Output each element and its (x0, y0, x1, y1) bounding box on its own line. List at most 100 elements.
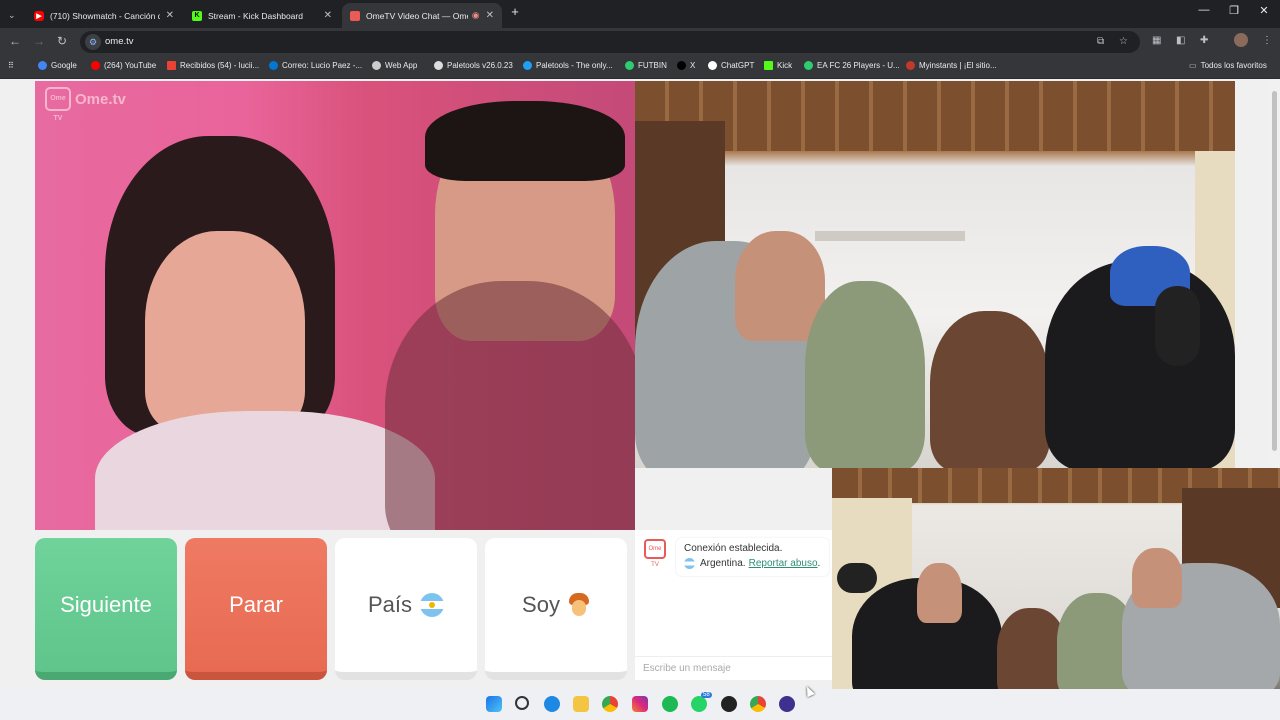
extensions-puzzle-icon[interactable]: ✚ (1200, 35, 1208, 46)
tab-showmatch[interactable]: ▶ (710) Showmatch - Canción del ✕ (26, 3, 182, 28)
chat-panel: Ome TV Conexión establecida. Argentina. … (635, 530, 832, 680)
bookmark-myinstants[interactable]: Myinstants | ¡El sitio... (906, 61, 997, 70)
taskbar (0, 689, 1280, 720)
extension-icon[interactable]: ◧ (1176, 35, 1185, 46)
instagram-icon[interactable] (632, 696, 648, 712)
close-icon[interactable]: ✕ (324, 10, 332, 21)
search-icon[interactable] (515, 696, 529, 710)
windows-start-icon[interactable] (486, 696, 502, 712)
chrome-icon[interactable] (750, 696, 766, 712)
bookmark-label: (264) YouTube (104, 61, 157, 70)
ometv-chat-icon: Ome TV (644, 539, 666, 568)
restore-button[interactable]: ❐ (1219, 4, 1249, 17)
recording-icon: ◉ (471, 10, 480, 20)
gender-button[interactable]: Soy (485, 538, 627, 680)
apps-grid-icon[interactable]: ⠿ (8, 61, 14, 70)
bookmark-web-app[interactable]: Web App (372, 61, 417, 70)
bookmark-star-icon[interactable]: ☆ (1119, 36, 1128, 47)
bookmark-paletools[interactable]: Paletools v26.0.23 (434, 61, 513, 70)
app-icon[interactable] (779, 696, 795, 712)
scrollbar[interactable] (1269, 79, 1280, 468)
bookmark-x[interactable]: X (677, 61, 695, 70)
ometv-logo[interactable]: Ome TV Ome.tv (45, 87, 126, 122)
message-input[interactable]: Escribe un mensaje (635, 656, 832, 680)
file-explorer-icon[interactable] (573, 696, 589, 712)
person-body (385, 281, 635, 530)
minimize-button[interactable]: — (1189, 4, 1219, 16)
tab-list-button[interactable]: ⌄ (0, 3, 26, 28)
bookmark-label: FUTBIN (638, 61, 667, 70)
profile-avatar[interactable] (1234, 33, 1248, 47)
tab-label: Stream - Kick Dashboard (208, 10, 303, 21)
connection-status: Conexión establecida. (684, 543, 783, 554)
bookmark-youtube[interactable]: (264) YouTube (91, 61, 156, 70)
bookmark-chatgpt[interactable]: ChatGPT (708, 61, 754, 70)
myinstants-icon (906, 61, 915, 70)
stop-button[interactable]: Parar (185, 538, 327, 680)
bookmark-paletools-only[interactable]: Paletools - The only... (523, 61, 613, 70)
report-abuse-link[interactable]: Reportar abuso (749, 558, 818, 569)
menu-icon[interactable]: ⋮ (1262, 35, 1272, 46)
globe-icon (434, 61, 443, 70)
close-icon[interactable]: ✕ (486, 10, 494, 21)
spotify-icon[interactable] (662, 696, 678, 712)
close-window-button[interactable]: ✕ (1249, 4, 1279, 17)
person-hair (425, 101, 625, 181)
close-icon[interactable]: ✕ (166, 10, 174, 21)
country-name: Argentina. (700, 558, 746, 569)
argentina-flag-icon (420, 593, 445, 617)
kick-icon (764, 61, 773, 70)
tab-label: OmeTV Video Chat — Ome (366, 10, 468, 21)
person-face (917, 563, 962, 623)
bookmark-label: Paletools - The only... (536, 61, 613, 70)
install-app-icon[interactable]: ⧉ (1097, 36, 1104, 47)
bookmark-label: EA FC 26 Players - U... (817, 61, 900, 70)
site-info-icon[interactable]: ⚙ (85, 34, 101, 50)
gender-label: Soy (522, 592, 560, 617)
scroll-thumb[interactable] (1272, 91, 1277, 451)
bookmark-outlook[interactable]: Correo: Lucio Paez -... (269, 61, 362, 70)
stranger-video (35, 81, 635, 530)
stop-label: Parar (229, 592, 283, 617)
notification-badge: 58 (701, 692, 712, 698)
ometv-logo-text: Ome.tv (75, 90, 126, 108)
edge-icon[interactable] (544, 696, 560, 712)
bookmark-google[interactable]: Google (38, 61, 77, 70)
bookmark-kick[interactable]: Kick (764, 61, 792, 70)
address-bar[interactable]: ⚙ ome.tv ⧉ ☆ (80, 31, 1140, 53)
chrome-icon[interactable] (602, 696, 618, 712)
ometv-icon (350, 10, 360, 21)
gmail-icon (167, 61, 176, 70)
new-tab-button[interactable]: + (500, 4, 530, 19)
tab-kick-dashboard[interactable]: K Stream - Kick Dashboard ✕ (184, 3, 340, 28)
url-text[interactable]: ome.tv (105, 36, 134, 47)
chevron-down-icon: ⌄ (8, 10, 16, 20)
chatgpt-icon (708, 61, 717, 70)
youtube-icon (91, 61, 100, 70)
paletools-icon (523, 61, 532, 70)
country-button[interactable]: País (335, 538, 477, 680)
bookmark-label: X (690, 61, 696, 70)
next-label: Siguiente (60, 592, 152, 617)
argentina-flag-icon (684, 558, 695, 569)
tab-ometv[interactable]: OmeTV Video Chat — Ome ◉ ✕ (342, 3, 502, 28)
futbin-icon (804, 61, 813, 70)
self-camera-preview (832, 468, 1280, 700)
reload-icon[interactable]: ↻ (57, 34, 67, 48)
own-video (635, 81, 1235, 468)
bookmark-ea-fc[interactable]: EA FC 26 Players - U... (804, 61, 900, 70)
back-icon[interactable]: ← (9, 34, 21, 48)
next-button[interactable]: Siguiente (35, 538, 177, 680)
bookmark-futbin[interactable]: FUTBIN (625, 61, 667, 70)
bookmark-label: Recibidos (54) - lucii... (180, 61, 260, 70)
google-icon (38, 61, 47, 70)
outlook-icon (269, 61, 278, 70)
all-bookmarks[interactable]: ▭ Todos los favoritos (1189, 61, 1267, 70)
obs-icon[interactable] (721, 696, 737, 712)
wooden-ceiling (635, 81, 1235, 151)
whatsapp-icon[interactable] (691, 696, 707, 712)
ea-icon (372, 61, 381, 70)
bookmark-gmail[interactable]: Recibidos (54) - lucii... (167, 61, 259, 70)
forward-icon[interactable]: → (33, 34, 45, 48)
extension-icon[interactable]: ▦ (1152, 35, 1161, 46)
